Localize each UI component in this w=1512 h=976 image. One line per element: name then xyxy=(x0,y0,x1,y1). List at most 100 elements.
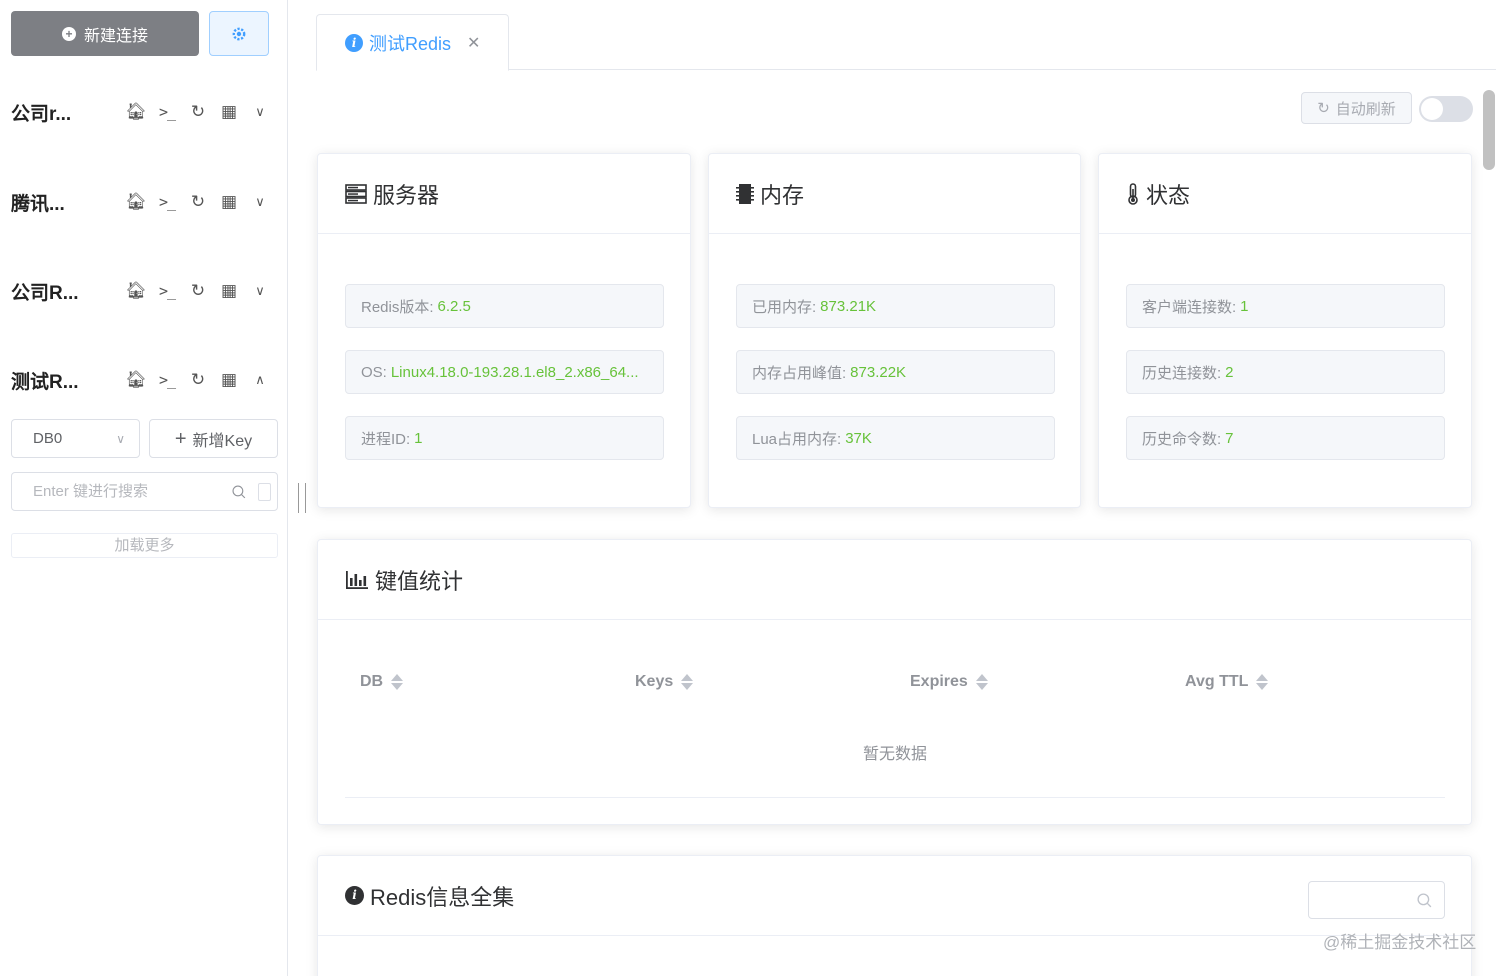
key-search-input[interactable] xyxy=(33,483,232,500)
grid-icon[interactable]: ▦ xyxy=(218,101,240,123)
scrollbar[interactable] xyxy=(1483,90,1495,170)
chevron-up-icon[interactable]: ∧ xyxy=(249,369,271,391)
chevron-down-icon[interactable]: ∨ xyxy=(249,191,271,213)
home-icon[interactable]: 🏠︎ xyxy=(125,280,147,302)
field-value: Linux4.18.0-193.28.1.el8_2.x86_64... xyxy=(390,363,639,381)
server-card: 服务器 Redis版本: 6.2.5 OS: Linux4.18.0-193.2… xyxy=(317,153,691,508)
refresh-icon[interactable]: ↻ xyxy=(187,191,209,213)
refresh-icon[interactable]: ↻ xyxy=(187,369,209,391)
field-label: 已用内存: xyxy=(752,298,817,316)
memory-chip-icon xyxy=(736,183,754,204)
used-memory-field: 已用内存: 873.21K xyxy=(736,284,1055,328)
memory-card: 内存 已用内存: 873.21K 内存占用峰值: 873.22K Lua占用内存… xyxy=(708,153,1081,508)
os-field: OS: Linux4.18.0-193.28.1.el8_2.x86_64... xyxy=(345,350,664,394)
key-stats-card: 键值统计 DB Keys Expires Avg TTL 暂无数据 xyxy=(317,539,1472,825)
chevron-down-icon: ∨ xyxy=(116,431,125,446)
chevron-down-icon[interactable]: ∨ xyxy=(249,280,271,302)
card-header: 键值统计 xyxy=(318,540,1471,620)
field-label: Redis版本: xyxy=(361,298,434,316)
tab-redis[interactable]: i 测试Redis ✕ xyxy=(316,14,509,71)
home-icon[interactable]: 🏠︎ xyxy=(125,369,147,391)
empty-table-text: 暂无数据 xyxy=(862,746,927,763)
field-label: 进程ID: xyxy=(361,430,411,448)
resize-handle[interactable] xyxy=(298,483,306,513)
table-divider xyxy=(345,797,1445,798)
sidebar-toolbar: + 新建连接 xyxy=(11,11,269,56)
sort-icon[interactable] xyxy=(1256,674,1269,690)
connection-item[interactable]: 腾讯... 🏠︎ >_ ↻ ▦ ∨ xyxy=(11,187,271,217)
column-header-avg-ttl[interactable]: Avg TTL xyxy=(1170,673,1445,691)
peak-memory-field: 内存占用峰值: 873.22K xyxy=(736,350,1055,394)
new-connection-button[interactable]: + 新建连接 xyxy=(11,11,199,56)
total-commands-field: 历史命令数: 7 xyxy=(1126,416,1445,460)
column-label: Keys xyxy=(635,673,674,690)
info-icon: i xyxy=(345,33,363,52)
status-card: 状态 客户端连接数: 1 历史连接数: 2 历史命令数: 7 xyxy=(1098,153,1472,508)
server-icon xyxy=(345,183,367,204)
column-label: Expires xyxy=(910,673,968,690)
new-key-label: 新增Key xyxy=(192,432,253,450)
client-connections-field: 客户端连接数: 1 xyxy=(1126,284,1445,328)
home-icon[interactable]: 🏠︎ xyxy=(125,101,147,123)
grid-icon[interactable]: ▦ xyxy=(218,369,240,391)
search-icon[interactable] xyxy=(232,482,246,502)
redis-info-card: i Redis信息全集 xyxy=(317,855,1472,976)
auto-refresh-button[interactable]: ↻ 自动刷新 xyxy=(1301,92,1412,124)
field-label: 历史命令数: xyxy=(1142,430,1222,448)
grid-icon[interactable]: ▦ xyxy=(218,280,240,302)
sort-icon[interactable] xyxy=(975,674,988,690)
field-label: OS: xyxy=(361,363,387,381)
info-icon: i xyxy=(345,886,364,905)
process-id-field: 进程ID: 1 xyxy=(345,416,664,460)
toggle-knob xyxy=(1421,98,1443,120)
auto-refresh-toggle[interactable] xyxy=(1419,96,1473,122)
plus-circle-icon: + xyxy=(61,26,76,41)
new-key-button[interactable]: + 新增Key xyxy=(149,419,278,458)
tabs-bar: i 测试Redis ✕ xyxy=(316,14,1496,71)
table-header: DB Keys Expires Avg TTL xyxy=(345,662,1445,702)
connection-item-active[interactable]: 测试R... 🏠︎ >_ ↻ ▦ ∧ xyxy=(11,365,271,395)
search-icon xyxy=(1417,892,1432,907)
column-label: Avg TTL xyxy=(1185,673,1249,690)
settings-button[interactable] xyxy=(209,11,269,56)
column-header-expires[interactable]: Expires xyxy=(895,673,1170,691)
load-more-button[interactable]: 加载更多 xyxy=(11,533,278,558)
new-connection-label: 新建连接 xyxy=(83,27,148,45)
sort-icon[interactable] xyxy=(391,674,404,690)
card-title: 状态 xyxy=(1146,182,1191,208)
chevron-down-icon[interactable]: ∨ xyxy=(249,101,271,123)
sidebar: + 新建连接 公司r... 🏠︎ >_ ↻ ▦ ∨ 腾讯... 🏠︎ >_ ↻ … xyxy=(0,0,288,976)
field-value: 873.22K xyxy=(850,363,907,381)
card-header: i Redis信息全集 xyxy=(318,856,1471,936)
card-header: 状态 xyxy=(1099,154,1471,234)
close-icon[interactable]: ✕ xyxy=(467,33,480,53)
card-header: 服务器 xyxy=(318,154,690,234)
terminal-icon[interactable]: >_ xyxy=(156,369,178,391)
refresh-icon[interactable]: ↻ xyxy=(187,280,209,302)
field-label: Lua占用内存: xyxy=(752,430,842,448)
refresh-icon[interactable]: ↻ xyxy=(187,101,209,123)
field-label: 客户端连接数: xyxy=(1142,298,1237,316)
column-header-db[interactable]: DB xyxy=(345,673,620,691)
connection-item[interactable]: 公司r... 🏠︎ >_ ↻ ▦ ∨ xyxy=(11,97,271,127)
exact-search-checkbox[interactable] xyxy=(257,482,271,501)
terminal-icon[interactable]: >_ xyxy=(156,280,178,302)
sort-icon[interactable] xyxy=(681,674,694,690)
info-search-input[interactable] xyxy=(1308,881,1445,919)
gear-icon xyxy=(232,27,246,40)
terminal-icon[interactable]: >_ xyxy=(156,101,178,123)
card-title: Redis信息全集 xyxy=(370,884,515,910)
key-search-box xyxy=(11,472,278,511)
column-header-keys[interactable]: Keys xyxy=(620,673,895,691)
connection-item[interactable]: 公司R... 🏠︎ >_ ↻ ▦ ∨ xyxy=(11,276,271,306)
grid-icon[interactable]: ▦ xyxy=(218,191,240,213)
field-value: 6.2.5 xyxy=(437,297,471,315)
field-value: 1 xyxy=(414,429,423,447)
db-select[interactable]: DB0 ∨ xyxy=(11,419,140,458)
terminal-icon[interactable]: >_ xyxy=(156,191,178,213)
db-select-value: DB0 xyxy=(33,430,63,447)
field-value: 2 xyxy=(1225,363,1234,381)
refresh-icon: ↻ xyxy=(1317,100,1330,117)
field-label: 历史连接数: xyxy=(1142,364,1222,382)
home-icon[interactable]: 🏠︎ xyxy=(125,191,147,213)
